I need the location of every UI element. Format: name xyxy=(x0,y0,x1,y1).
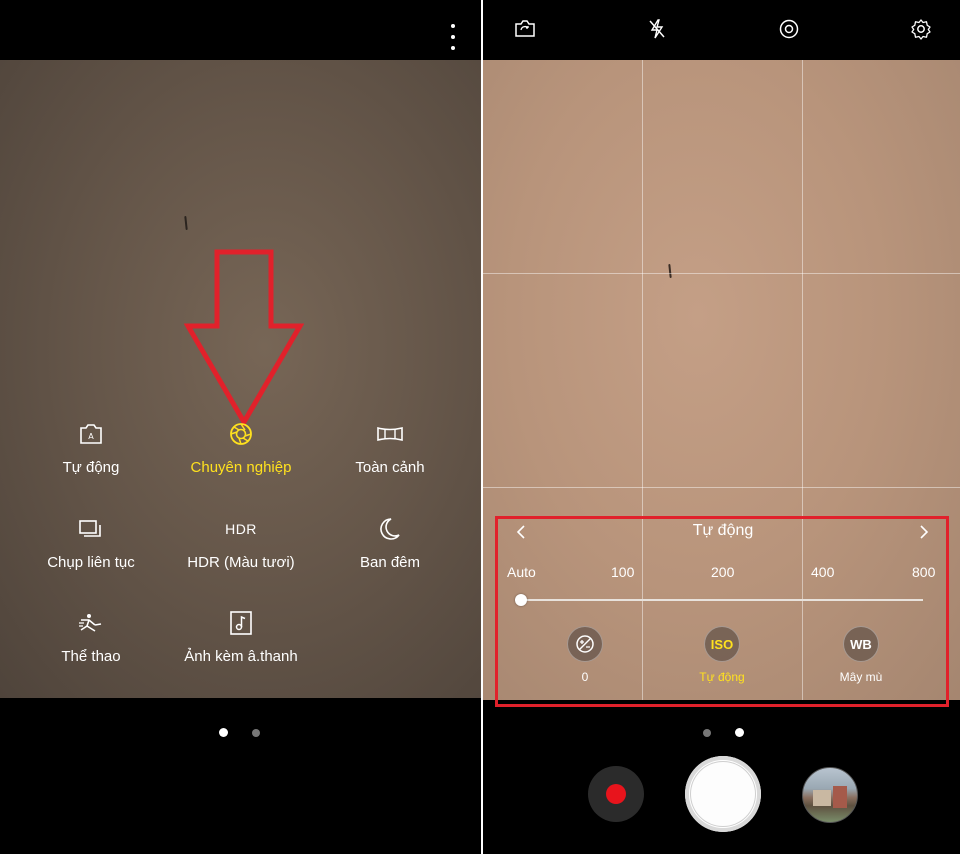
iso-icon: ISO xyxy=(704,626,740,662)
iso-slider-thumb[interactable] xyxy=(515,594,527,606)
mode-label: Toàn cảnh xyxy=(355,459,425,476)
mode-sports[interactable]: Thể thao xyxy=(16,608,166,665)
page-indicator xyxy=(219,728,260,737)
aperture-icon xyxy=(166,419,316,449)
iso-value-label: Auto xyxy=(507,564,536,580)
mode-night[interactable]: Ban đêm xyxy=(315,514,465,571)
white-balance-icon: WB xyxy=(843,626,879,662)
red-down-arrow-annotation xyxy=(184,249,304,427)
sound-shot-icon xyxy=(166,608,316,638)
iso-slider-track[interactable] xyxy=(521,599,923,601)
mode-panorama[interactable]: Toàn cảnh xyxy=(315,419,465,476)
mode-hdr[interactable]: HDR HDR (Màu tươi) xyxy=(166,514,316,571)
timer-icon[interactable] xyxy=(774,14,804,44)
burst-shot-icon xyxy=(16,514,166,544)
exposure-control[interactable]: 0 xyxy=(530,626,640,684)
page-dot-active[interactable] xyxy=(735,728,744,737)
moon-icon xyxy=(315,514,465,544)
page-indicator xyxy=(703,728,744,737)
page-dot[interactable] xyxy=(703,728,711,737)
grid-line xyxy=(483,273,960,274)
mode-pro[interactable]: Chuyên nghiệp xyxy=(166,419,316,476)
sports-icon xyxy=(16,608,166,638)
gallery-thumbnail[interactable] xyxy=(802,767,858,823)
settings-gear-icon[interactable] xyxy=(906,14,936,44)
grid-line xyxy=(483,487,960,488)
mode-label: Chuyên nghiệp xyxy=(190,459,292,476)
mode-label: Tự động xyxy=(62,459,120,476)
switch-camera-icon[interactable] xyxy=(510,14,540,44)
iso-value-label: 200 xyxy=(711,564,735,580)
mode-sound-shot[interactable]: Ảnh kèm â.thanh xyxy=(166,608,316,665)
iso-value-label: 400 xyxy=(811,564,835,580)
iso-mode-title: Tự động xyxy=(692,522,754,539)
record-dot-icon xyxy=(606,784,626,804)
mode-label: Ảnh kèm â.thanh xyxy=(184,648,298,665)
chevron-left-icon[interactable] xyxy=(509,520,533,544)
exposure-icon xyxy=(567,626,603,662)
page-dot-active[interactable] xyxy=(219,728,228,737)
page-dot[interactable] xyxy=(252,728,260,737)
chevron-right-icon[interactable] xyxy=(912,520,936,544)
wall-speck xyxy=(668,263,672,279)
panorama-icon xyxy=(315,419,465,449)
svg-text:A: A xyxy=(88,432,94,441)
shutter-button[interactable] xyxy=(685,756,761,832)
camera-modes-screen: A Tự động Chuyên nghiệp Toàn cảnh Chụp l… xyxy=(0,0,481,854)
white-balance-value: Mây mù xyxy=(839,670,883,684)
mode-label: Chụp liên tục xyxy=(47,554,135,571)
mode-label: HDR (Màu tươi) xyxy=(187,554,295,571)
more-options-icon[interactable] xyxy=(447,24,459,50)
auto-camera-icon: A xyxy=(16,419,166,449)
mode-burst[interactable]: Chụp liên tục xyxy=(16,514,166,571)
iso-value-label: 800 xyxy=(912,564,936,580)
iso-control[interactable]: ISO Tự động xyxy=(667,626,777,684)
mode-auto[interactable]: A Tự động xyxy=(16,419,166,476)
camera-top-bar xyxy=(483,0,960,60)
white-balance-control[interactable]: WB Mây mù xyxy=(806,626,916,684)
mode-label: Ban đêm xyxy=(359,554,421,571)
iso-value: Tự động xyxy=(699,670,745,684)
flash-off-icon[interactable] xyxy=(642,14,672,44)
wall-speck xyxy=(184,215,188,231)
pro-mode-screen: Tự động Auto 100 200 400 800 0 ISO Tự độ… xyxy=(483,0,960,854)
record-video-button[interactable] xyxy=(588,766,644,822)
iso-value-label: 100 xyxy=(611,564,635,580)
mode-label: Thể thao xyxy=(61,648,121,665)
exposure-value: 0 xyxy=(581,670,589,684)
hdr-icon: HDR xyxy=(225,521,257,537)
